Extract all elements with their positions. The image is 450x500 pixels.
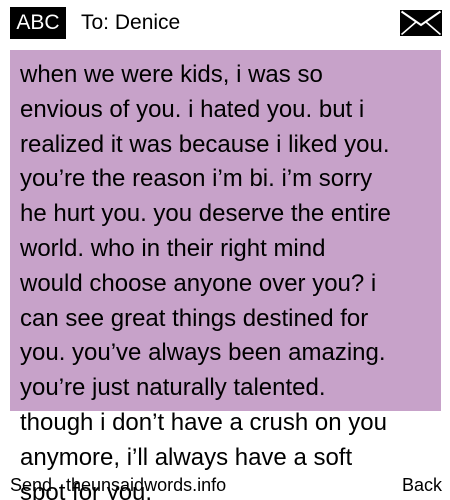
message-line: you. you’ve always been amazing.: [20, 339, 386, 367]
recipient-field[interactable]: To: Denice: [81, 9, 180, 37]
input-mode-badge[interactable]: ABC: [10, 7, 66, 39]
sms-compose-screen: ABC To: Denice when we were kids, i was …: [0, 0, 450, 500]
message-line: when we were kids, i was so: [20, 61, 323, 88]
send-softkey[interactable]: Send: [10, 474, 52, 496]
message-line: world. who in their right mind: [20, 234, 326, 262]
message-line: you’re the reason i’m bi. i’m sorry: [20, 165, 373, 193]
message-line: though i don’t have a crush on you: [20, 408, 387, 436]
compose-header: ABC To: Denice: [0, 0, 450, 46]
softkey-bar: Send theunsaidwords.info Back: [0, 470, 450, 500]
message-line: realized it was because i liked you.: [20, 130, 390, 158]
back-softkey[interactable]: Back: [402, 474, 442, 496]
message-line: you’re just naturally talented.: [20, 374, 326, 402]
envelope-icon: [400, 10, 442, 36]
message-line: can see great things destined for: [20, 304, 369, 332]
message-line: would choose anyone over you? i: [20, 269, 377, 297]
watermark-text: theunsaidwords.info: [66, 475, 227, 495]
message-line: envious of you. i hated you. but i: [20, 95, 365, 123]
message-line: he hurt you. you deserve the entire: [20, 200, 391, 228]
message-body[interactable]: when we were kids, i was so envious of y…: [20, 58, 444, 500]
